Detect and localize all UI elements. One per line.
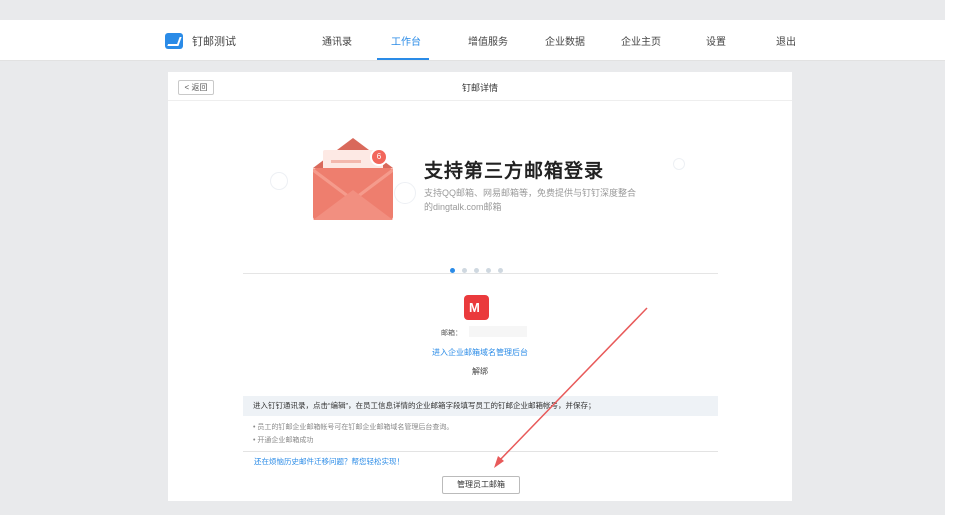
hero-title: 支持第三方邮箱登录 xyxy=(424,161,605,182)
note-item: • 开通企业邮箱成功 xyxy=(253,437,314,444)
hero-description: 的dingtalk.com邮箱 xyxy=(424,202,502,212)
mail-detail-card: < 返回 钉邮详情 6 支持第三方邮箱登录 支持QQ邮箱、网易邮箱等，免费提供与… xyxy=(168,72,792,501)
decorative-circle xyxy=(270,172,288,190)
page-title: 钉邮详情 xyxy=(461,83,498,93)
nav-value-added-services[interactable]: 增值服务 xyxy=(468,33,508,48)
carousel-dots xyxy=(450,260,510,273)
instruction-box: 进入钉钉通讯录，点击“编辑”，在员工信息详情的企业邮箱字段填写员工的钉邮企业邮箱… xyxy=(243,396,718,416)
hero-description: 支持QQ邮箱、网易邮箱等，免费提供与钉钉深度整合 xyxy=(424,188,637,198)
header-divider xyxy=(168,100,792,101)
email-label: 邮箱： xyxy=(441,330,462,337)
domain-admin-link: 进入企业邮箱域名管理后台 xyxy=(168,347,792,358)
nav-enterprise-homepage[interactable]: 企业主页 xyxy=(621,33,661,48)
nav-contacts[interactable]: 通讯录 xyxy=(322,33,352,48)
nav-active-indicator xyxy=(377,58,429,60)
top-navigation-bar: 钉邮测试 通讯录 工作台 增值服务 企业数据 企业主页 设置 退出 xyxy=(0,20,945,61)
section-divider xyxy=(243,273,718,274)
domain-admin-link-text[interactable]: 进入企业邮箱域名管理后台 xyxy=(432,348,528,357)
unbind-link[interactable]: 解绑 xyxy=(472,367,488,376)
nav-settings[interactable]: 设置 xyxy=(706,33,726,48)
manage-employee-mailbox-button[interactable]: 管理员工邮箱 xyxy=(442,476,520,494)
app-name: 钉邮测试 xyxy=(192,36,236,48)
nav-enterprise-data[interactable]: 企业数据 xyxy=(545,33,585,48)
email-value xyxy=(469,326,527,337)
unbind-text: 解绑 xyxy=(168,366,792,377)
note-item: • 员工的钉邮企业邮箱帐号可在钉邮企业邮箱域名管理后台查询。 xyxy=(253,424,454,431)
nav-workbench[interactable]: 工作台 xyxy=(391,33,421,48)
nav-logout[interactable]: 退出 xyxy=(776,33,796,48)
decorative-circle xyxy=(394,182,416,204)
dingtalk-logo-icon xyxy=(165,33,183,49)
section-divider xyxy=(243,451,718,452)
mail-app-icon: M xyxy=(464,295,489,320)
migration-help-link[interactable]: 还在烦恼历史邮件迁移问题？帮您轻松实现！ xyxy=(254,456,404,467)
decorative-circle xyxy=(673,158,685,170)
notification-badge: 6 xyxy=(370,148,388,166)
